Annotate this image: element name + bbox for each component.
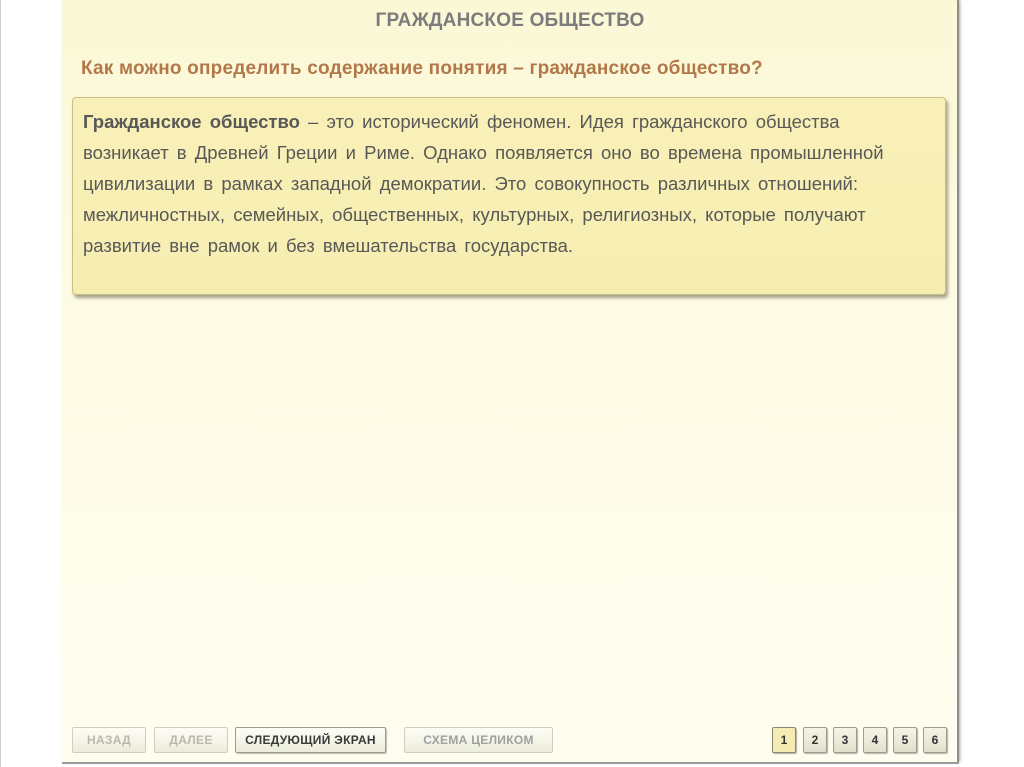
definition-body: – это исторический феномен. Идея граждан… bbox=[83, 111, 884, 256]
page-button-5[interactable]: 5 bbox=[893, 727, 917, 753]
next-screen-button[interactable]: СЛЕДУЮЩИЙ ЭКРАН bbox=[235, 727, 386, 753]
page-button-4[interactable]: 4 bbox=[863, 727, 887, 753]
slide: ГРАЖДАНСКОЕ ОБЩЕСТВО Как можно определит… bbox=[62, 0, 958, 762]
page-title: ГРАЖДАНСКОЕ ОБЩЕСТВО bbox=[375, 10, 645, 31]
next-button[interactable]: ДАЛЕЕ bbox=[154, 727, 228, 753]
question-heading: Как можно определить содержание понятия … bbox=[81, 58, 763, 79]
left-border bbox=[0, 0, 1, 767]
page-button-3[interactable]: 3 bbox=[833, 727, 857, 753]
definition-text: Гражданское общество – это исторический … bbox=[83, 106, 933, 261]
definition-box: Гражданское общество – это исторический … bbox=[72, 97, 946, 295]
page-button-2[interactable]: 2 bbox=[803, 727, 827, 753]
back-button[interactable]: НАЗАД bbox=[72, 727, 146, 753]
slide-bottom-edge bbox=[62, 762, 959, 764]
definition-term: Гражданское общество bbox=[83, 111, 300, 132]
slide-right-edge bbox=[957, 0, 959, 762]
full-schema-button[interactable]: СХЕМА ЦЕЛИКОМ bbox=[404, 727, 553, 753]
page-button-6[interactable]: 6 bbox=[923, 727, 947, 753]
page-button-1[interactable]: 1 bbox=[772, 727, 796, 753]
screen: ГРАЖДАНСКОЕ ОБЩЕСТВО Как можно определит… bbox=[0, 0, 1024, 767]
navigation-bar: НАЗАД ДАЛЕЕ СЛЕДУЮЩИЙ ЭКРАН СХЕМА ЦЕЛИКО… bbox=[62, 727, 958, 757]
